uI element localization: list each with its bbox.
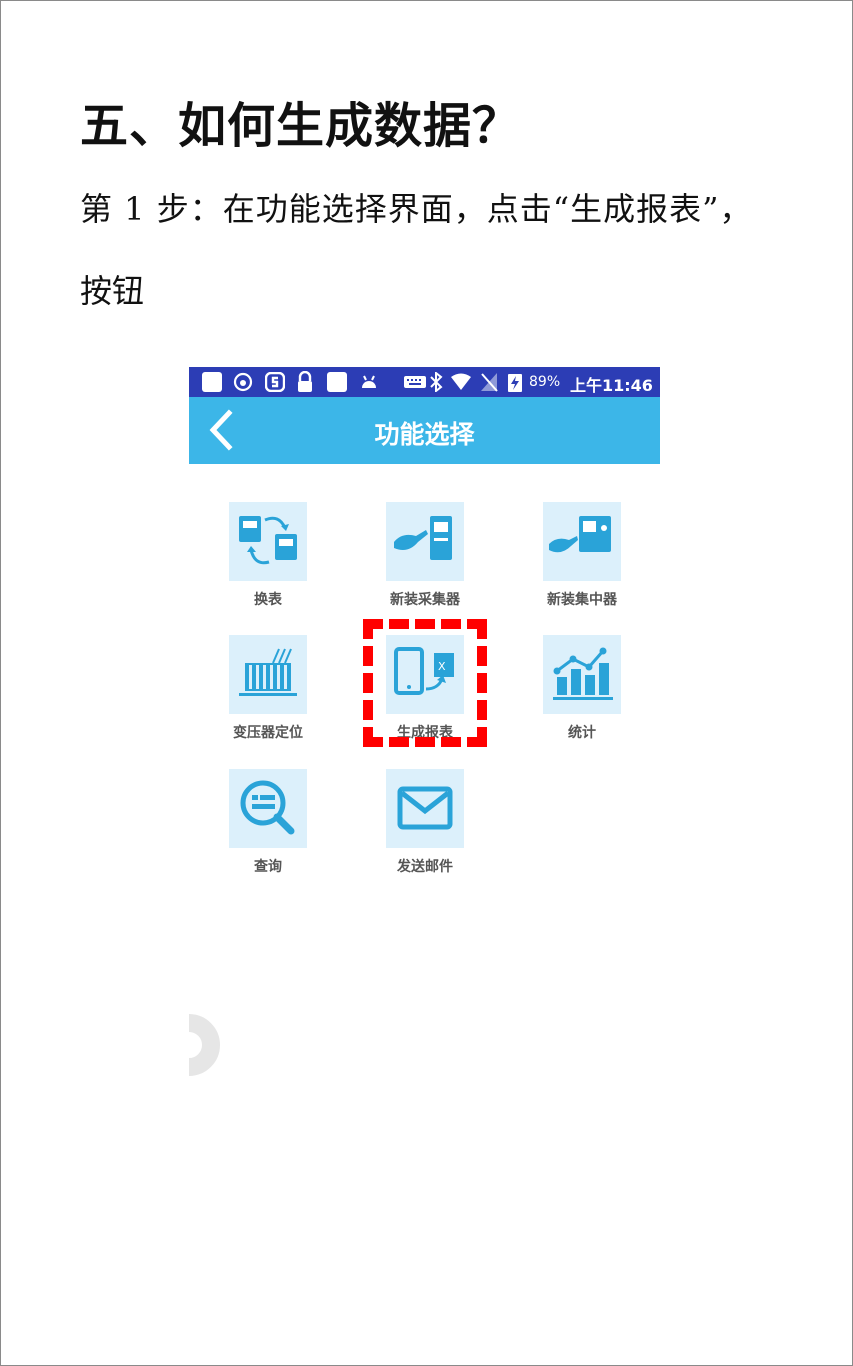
- install-collector-icon: [394, 516, 452, 560]
- transformer-icon: [239, 648, 297, 696]
- no-signal-icon: [481, 373, 498, 392]
- statistics-button[interactable]: [543, 635, 621, 714]
- bluetooth-icon: [430, 372, 443, 392]
- menu-label-transformer: 变压器定位: [233, 725, 303, 741]
- swiftkey-icon: [265, 372, 285, 392]
- install-concentrator-button[interactable]: [543, 502, 621, 581]
- keyboard-icon: [404, 376, 426, 388]
- square-icon: [202, 372, 222, 392]
- instruction-line-2: 按钮: [80, 272, 145, 310]
- install-collector-button[interactable]: [386, 502, 464, 581]
- report-highlight-box: [363, 619, 487, 747]
- menu-label-statistics: 统计: [568, 725, 596, 741]
- status-bar: 89% 上午11:46: [189, 367, 660, 397]
- menu-label-install-collector: 新装采集器: [390, 592, 460, 608]
- meter-swap-button[interactable]: [229, 502, 307, 581]
- wifi-icon: [451, 373, 471, 390]
- battery-percent: 89%: [529, 374, 561, 390]
- mail-icon: [397, 786, 453, 830]
- send-mail-button[interactable]: [386, 769, 464, 848]
- battery-charging-icon: [508, 374, 522, 392]
- menu-label-send-mail: 发送邮件: [397, 859, 453, 875]
- install-concentrator-icon: [549, 516, 611, 553]
- square-icon: [327, 372, 347, 392]
- query-button[interactable]: [229, 769, 307, 848]
- screen-title: 功能选择: [374, 420, 475, 449]
- menu-label-meter-swap: 换表: [254, 592, 282, 608]
- weibo-icon: [233, 372, 253, 392]
- meter-swap-icon: [239, 516, 297, 565]
- section-heading: 五、如何生成数据？: [80, 98, 522, 154]
- search-document-icon: [240, 780, 295, 835]
- bar-chart-icon: [553, 647, 613, 700]
- phone-screenshot: 89% 上午11:46 功能选择 换表 新装采集器 新装集中器 变压器定位 X …: [189, 367, 660, 1087]
- loading-spinner-icon: [189, 1014, 220, 1076]
- title-bar: 功能选择: [189, 397, 660, 464]
- clock: 上午11:46: [570, 376, 653, 395]
- transformer-locate-button[interactable]: [229, 635, 307, 714]
- menu-label-query: 查询: [254, 859, 282, 875]
- android-icon: [362, 375, 376, 388]
- lock-icon: [298, 371, 312, 392]
- menu-label-install-concentrator: 新装集中器: [547, 592, 617, 608]
- instruction-line-1: 第 1 步：在功能选择界面，点击“生成报表”，: [80, 190, 753, 228]
